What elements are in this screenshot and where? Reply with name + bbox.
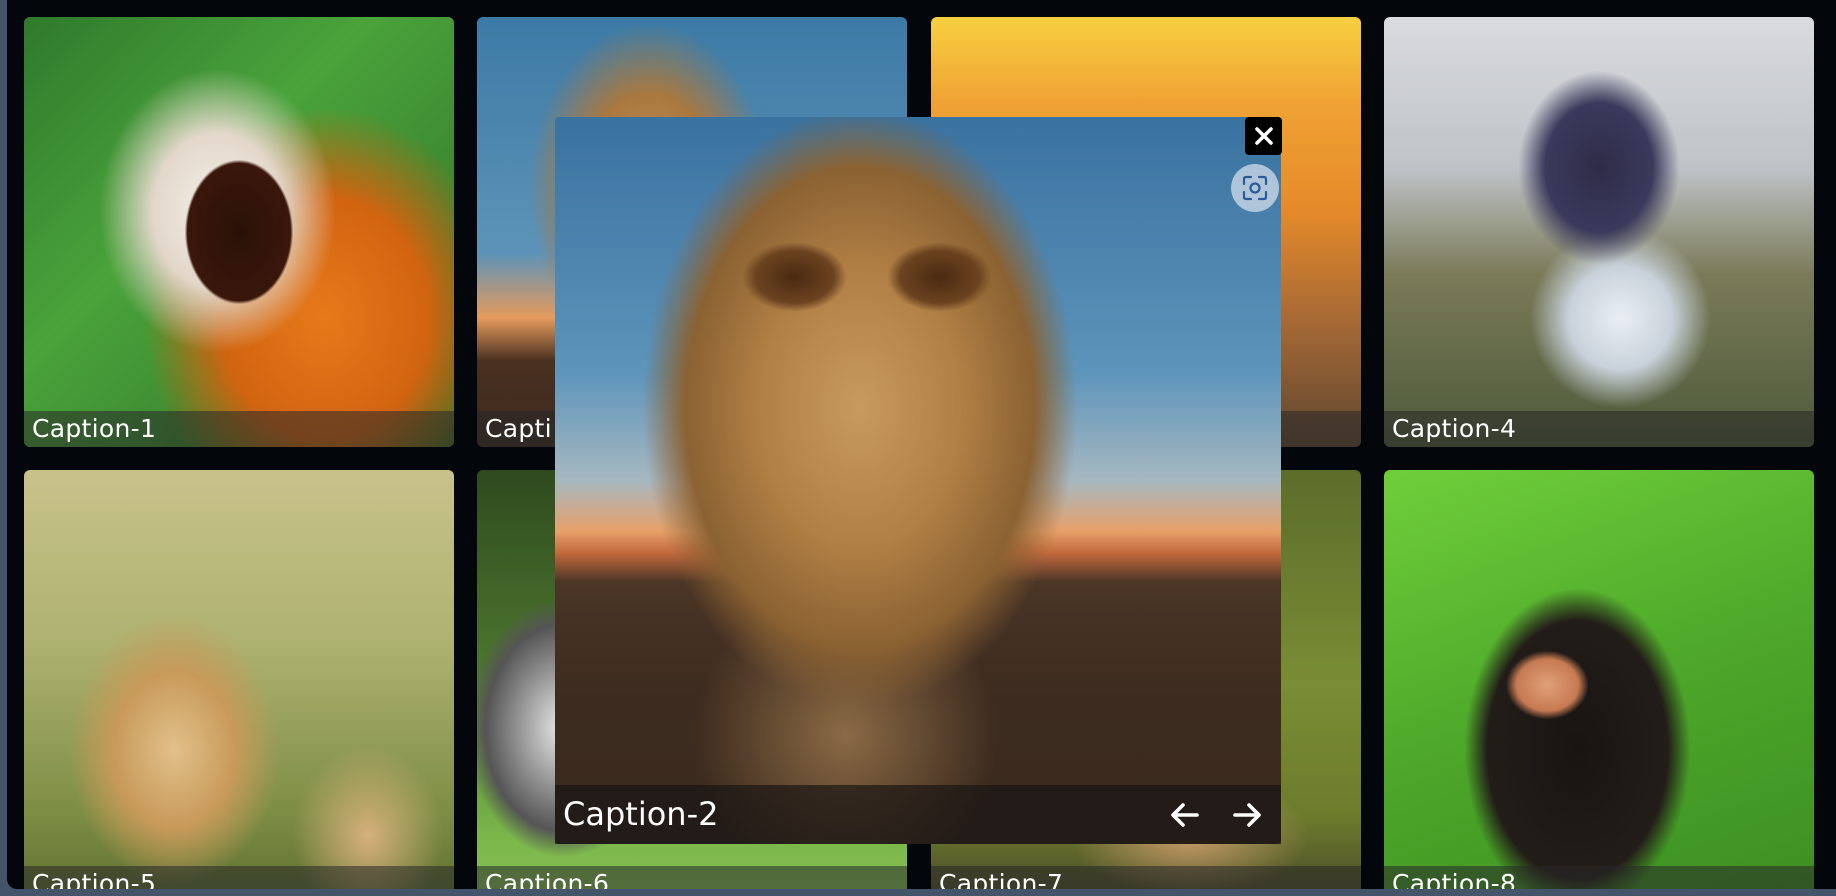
lightbox-next-button[interactable] xyxy=(1227,795,1267,835)
gallery-caption-6: Caption-6 xyxy=(477,866,907,889)
gallery-caption-7: Caption-7 xyxy=(931,866,1361,889)
gallery-card-4[interactable]: Caption-4 xyxy=(1384,17,1814,447)
lightbox-close-button[interactable] xyxy=(1245,117,1282,155)
lightbox-prev-button[interactable] xyxy=(1165,795,1205,835)
focus-zoom-icon xyxy=(1242,175,1268,201)
elephant-image xyxy=(1384,17,1814,447)
gallery-caption-5: Caption-5 xyxy=(24,866,454,889)
arrow-left-icon xyxy=(1171,803,1199,827)
gallery-card-8[interactable]: Caption-8 xyxy=(1384,470,1814,889)
gallery-caption-1: Caption-1 xyxy=(24,411,454,447)
gallery-caption-8: Caption-8 xyxy=(1384,866,1814,889)
lightbox-image-lioness xyxy=(555,117,1281,844)
close-icon xyxy=(1254,127,1273,145)
lightbox-caption-bar: Caption-2 xyxy=(555,785,1281,844)
tiger-image xyxy=(24,17,454,447)
arrow-right-icon xyxy=(1233,803,1261,827)
cheetah-image xyxy=(24,470,454,889)
gallery-card-1[interactable]: Caption-1 xyxy=(24,17,454,447)
lightbox-zoom-button[interactable] xyxy=(1231,164,1279,212)
chimpanzee-image xyxy=(1384,470,1814,889)
gallery-card-5[interactable]: Caption-5 xyxy=(24,470,454,889)
lightbox-caption: Caption-2 xyxy=(563,795,719,833)
gallery-caption-4: Caption-4 xyxy=(1384,411,1814,447)
